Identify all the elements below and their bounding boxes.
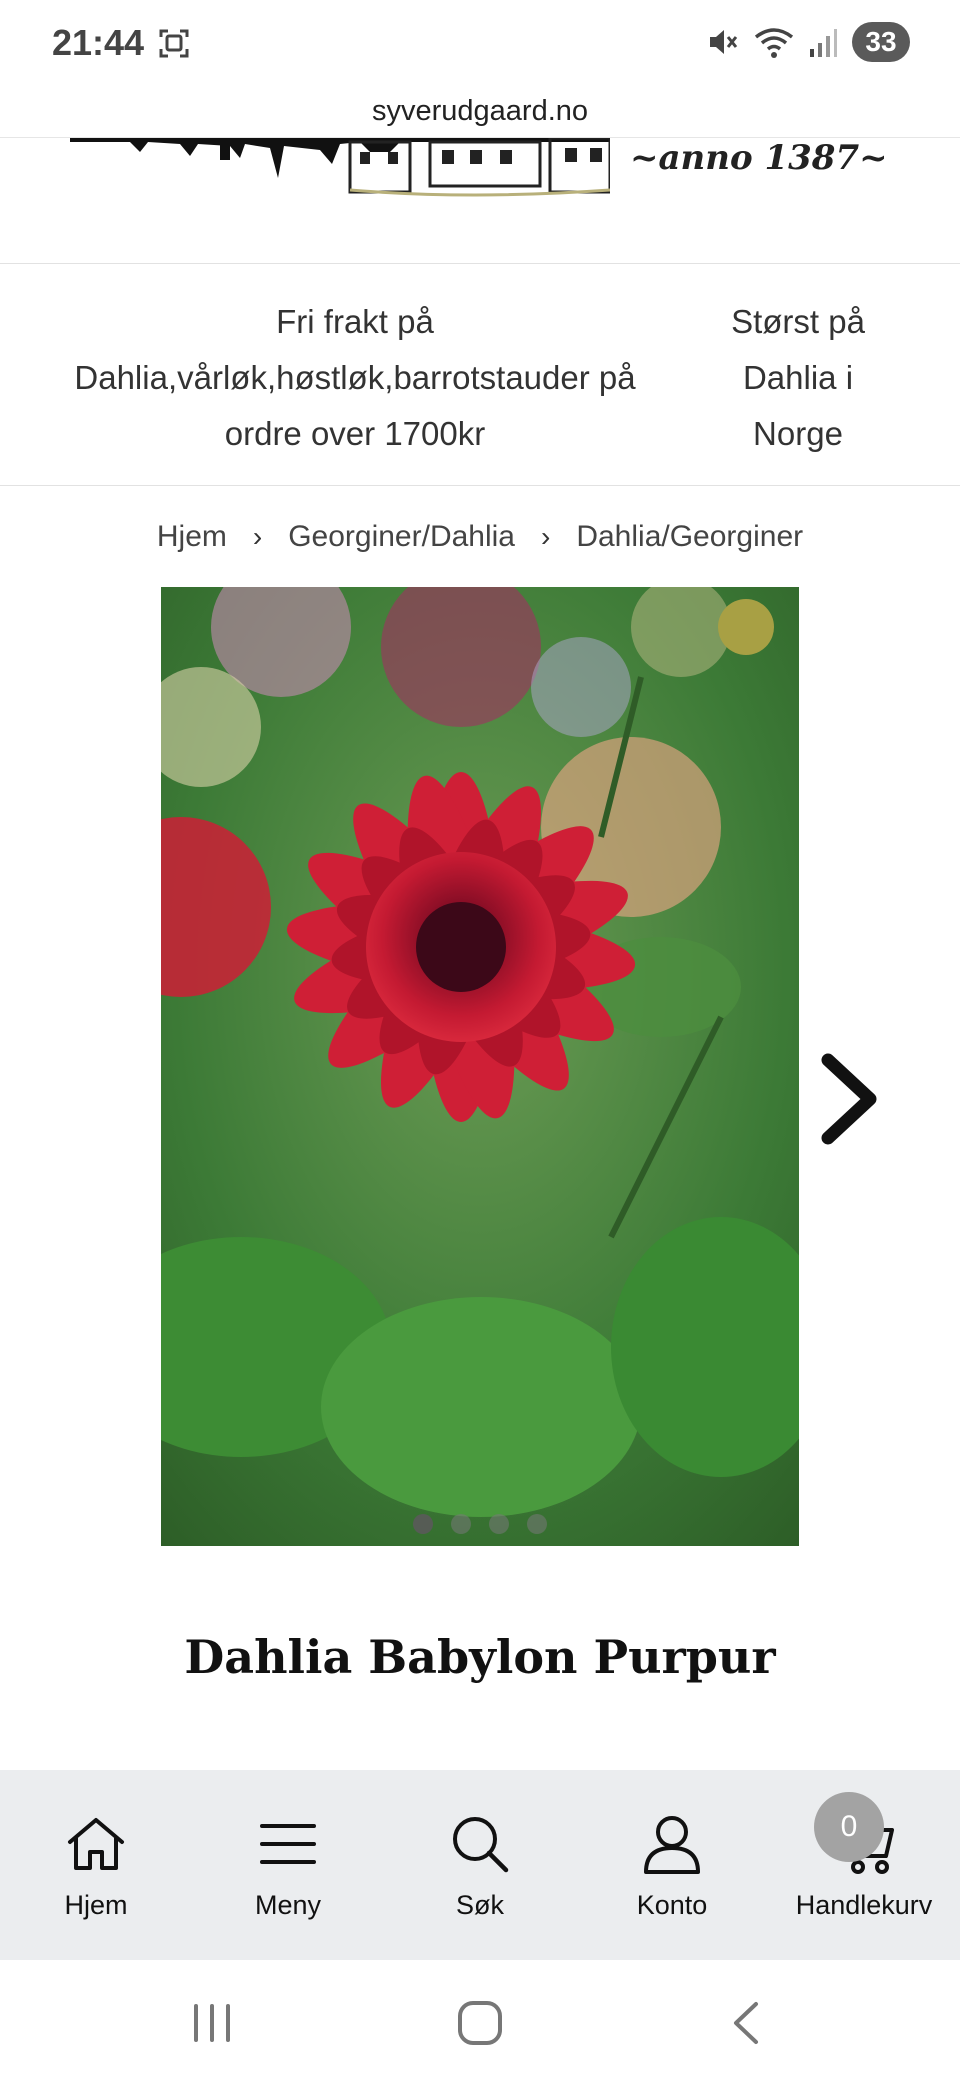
- dahlia-photo: [161, 587, 799, 1546]
- free-shipping-text: Fri frakt på Dahlia,vårløk,høstløk,barro…: [74, 303, 636, 452]
- logo-anno-text: ~anno 1387~: [630, 138, 888, 178]
- battery-indicator: 33: [852, 22, 910, 62]
- status-time: 21:44: [52, 22, 145, 63]
- breadcrumb-home[interactable]: Hjem: [157, 520, 227, 554]
- breadcrumb-separator: ›: [541, 521, 551, 552]
- carousel-dot[interactable]: [527, 1514, 547, 1534]
- system-nav-bar: [0, 1960, 960, 2080]
- carousel-dots: [161, 1514, 799, 1534]
- logo-farm-drawing: [70, 138, 610, 197]
- largest-in-norway-text: Størst på Dahlia i Norge: [731, 303, 865, 452]
- bottom-nav: Hjem Meny Søk Konto Handlekurv: [0, 1770, 960, 1960]
- back-icon[interactable]: [718, 1998, 778, 2048]
- nav-home[interactable]: Hjem: [0, 1770, 192, 1960]
- breadcrumb-separator: ›: [252, 521, 263, 552]
- breadcrumb-dahlia-georginer[interactable]: Dahlia/Georginer: [576, 520, 803, 554]
- nav-menu[interactable]: Meny: [192, 1770, 384, 1960]
- search-icon: [453, 1817, 509, 1873]
- status-icons: 33: [706, 20, 910, 64]
- product-title: Dahlia Babylon Purpur: [184, 1630, 776, 1684]
- site-logo[interactable]: ~anno 1387~: [0, 138, 960, 264]
- signal-icon: [810, 29, 837, 57]
- wifi-icon: [754, 28, 794, 58]
- nav-account-label: Konto: [636, 1890, 708, 1920]
- nav-account[interactable]: Konto: [576, 1770, 768, 1960]
- nav-search[interactable]: Søk: [384, 1770, 576, 1960]
- home-icon: [68, 1818, 124, 1870]
- carousel-next-arrow[interactable]: [818, 1052, 880, 1146]
- url-bar[interactable]: syverudgaard.no: [0, 86, 960, 138]
- cart-count-badge[interactable]: 0: [814, 1792, 884, 1862]
- nav-menu-label: Meny: [254, 1890, 322, 1920]
- account-icon: [644, 1816, 700, 1874]
- carousel-dot[interactable]: [489, 1514, 509, 1534]
- recent-apps-icon[interactable]: [182, 1998, 242, 2048]
- breadcrumb-georginer-dahlia[interactable]: Georginer/Dahlia: [288, 520, 515, 554]
- carousel-dot[interactable]: [413, 1514, 433, 1534]
- mute-icon: [710, 30, 738, 54]
- screenshot-icon: [159, 29, 189, 58]
- status-bar: 21:44 33: [0, 0, 960, 86]
- home-button-icon[interactable]: [450, 1998, 510, 2048]
- menu-icon: [260, 1824, 316, 1864]
- breadcrumb: Hjem › Georginer/Dahlia › Dahlia/Georgin…: [0, 512, 960, 562]
- nav-search-label: Søk: [455, 1890, 504, 1920]
- product-image[interactable]: [161, 587, 799, 1546]
- carousel-dot[interactable]: [451, 1514, 471, 1534]
- nav-cart-label: Handlekurv: [795, 1890, 933, 1920]
- nav-home-label: Hjem: [64, 1890, 128, 1920]
- info-band: Fri frakt på Dahlia,vårløk,høstløk,barro…: [0, 264, 960, 486]
